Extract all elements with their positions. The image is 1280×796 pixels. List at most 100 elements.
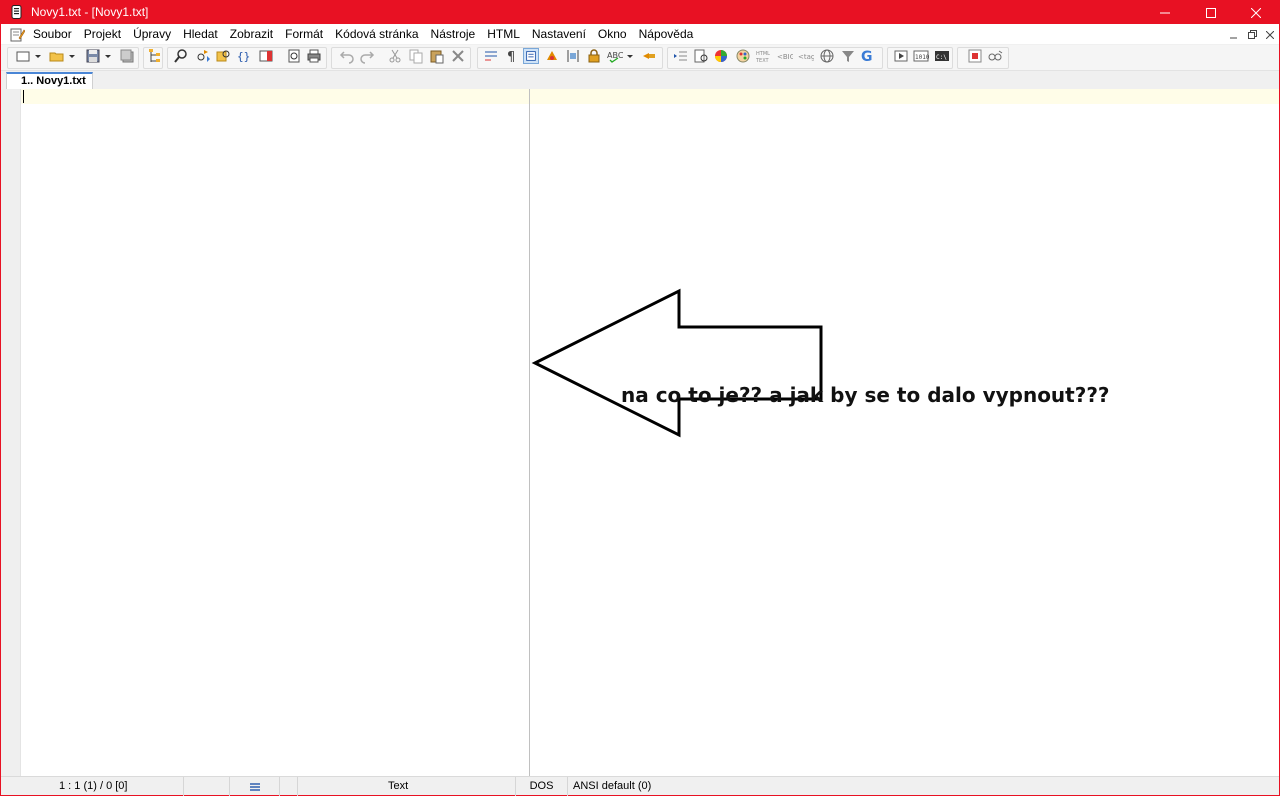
menu-zobrazit[interactable]: Zobrazit	[224, 24, 279, 45]
maximize-icon	[1206, 7, 1216, 18]
block-select-icon	[567, 50, 579, 62]
mdi-minimize-button[interactable]	[1227, 28, 1241, 41]
svg-text:{}: {}	[237, 50, 250, 63]
tag-icon: <tag	[798, 53, 814, 61]
svg-text:¶: ¶	[507, 50, 515, 64]
bookmark-button[interactable]	[258, 48, 274, 64]
maximize-button[interactable]	[1188, 1, 1234, 24]
menu-nastaveni[interactable]: Nastavení	[526, 24, 592, 45]
show-spaces-button[interactable]: ¶	[504, 48, 520, 64]
menu-soubor[interactable]: Soubor	[27, 24, 78, 45]
status-wrap-cell[interactable]	[230, 777, 280, 796]
restore-icon	[1247, 30, 1257, 39]
spell-check-dropdown[interactable]	[625, 48, 635, 64]
mdi-close-button[interactable]	[1263, 28, 1277, 41]
run-button[interactable]	[893, 48, 909, 64]
editor-area[interactable]: na co to je?? a jak by se to dalo vypnou…	[1, 89, 1279, 776]
binary-button[interactable]: 1010	[913, 48, 929, 64]
save-button[interactable]	[85, 48, 101, 64]
close-button[interactable]	[1233, 1, 1279, 24]
menu-napoveda[interactable]: Nápověda	[633, 24, 700, 45]
pin-icon	[643, 53, 655, 59]
save-icon	[86, 49, 100, 63]
word-wrap-icon	[249, 782, 260, 791]
bookmark-next-button[interactable]	[641, 48, 657, 64]
highlight-button[interactable]	[544, 48, 560, 64]
binary-icon: 1010	[913, 50, 929, 62]
tag-icon: <BIG	[777, 53, 793, 61]
svg-text:<BIG: <BIG	[777, 53, 793, 61]
current-line-highlight	[21, 89, 1279, 104]
color-palette-button[interactable]	[735, 48, 751, 64]
copy-button[interactable]	[408, 48, 424, 64]
brackets-icon: {}	[237, 50, 250, 63]
find-button[interactable]	[173, 48, 189, 64]
paste-button[interactable]	[429, 48, 445, 64]
indent-button[interactable]	[673, 48, 689, 64]
new-file-button[interactable]	[15, 48, 31, 64]
block-select-button[interactable]	[565, 48, 581, 64]
project-button[interactable]	[146, 48, 162, 64]
tag-button[interactable]: <tag	[798, 48, 814, 64]
stop-record-button[interactable]	[967, 48, 983, 64]
word-wrap-button[interactable]	[483, 48, 499, 64]
copy-icon	[409, 49, 423, 64]
menu-upravy[interactable]: Úpravy	[127, 24, 177, 45]
delete-button[interactable]	[450, 48, 466, 64]
spell-check-button[interactable]: ABC	[607, 48, 623, 64]
undo-button[interactable]	[339, 48, 355, 64]
match-bracket-button[interactable]: {}	[236, 48, 252, 64]
svg-text:G: G	[861, 49, 873, 64]
tab-novy1-txt[interactable]: 1.. Novy1.txt	[6, 72, 93, 89]
menu-nastroje[interactable]: Nástroje	[425, 24, 482, 45]
mdi-restore-button[interactable]	[1245, 28, 1259, 41]
minimize-button[interactable]	[1142, 1, 1188, 24]
google-search-button[interactable]: G	[860, 48, 876, 64]
menu-kodova-stranka[interactable]: Kódová stránka	[329, 24, 424, 45]
chevron-down-icon	[35, 55, 41, 58]
web-browser-button[interactable]	[819, 48, 835, 64]
svg-text:C:\: C:\	[936, 54, 947, 61]
status-line-ending[interactable]: DOS	[516, 777, 568, 796]
status-syntax[interactable]: Text	[298, 777, 516, 796]
menu-format[interactable]: Formát	[279, 24, 329, 45]
console-button[interactable]: C:\	[934, 48, 950, 64]
stop-record-icon	[968, 49, 982, 63]
read-only-button[interactable]	[586, 48, 602, 64]
print-preview-icon	[288, 49, 300, 63]
open-file-button[interactable]	[49, 48, 65, 64]
print-preview-button[interactable]	[286, 48, 302, 64]
menu-hledat[interactable]: Hledat	[177, 24, 224, 45]
status-cell-empty	[280, 777, 298, 796]
pspad-app-icon	[11, 5, 22, 19]
close-icon	[1251, 7, 1261, 18]
open-file-dropdown[interactable]	[67, 48, 77, 64]
menu-projekt[interactable]: Projekt	[78, 24, 127, 45]
status-bar: 1 : 1 (1) / 0 [0] Text DOS ANSI default …	[1, 776, 1279, 796]
delete-icon	[452, 50, 464, 62]
menu-html[interactable]: HTML	[481, 24, 526, 45]
save-all-button[interactable]	[119, 48, 135, 64]
bookmark-icon	[259, 50, 273, 62]
minimize-icon	[1230, 37, 1237, 38]
menu-okno[interactable]: Okno	[592, 24, 633, 45]
html-to-text-button[interactable]: HTML TEXT	[756, 48, 772, 64]
filter-button[interactable]	[840, 48, 856, 64]
save-dropdown[interactable]	[103, 48, 113, 64]
cut-button[interactable]	[387, 48, 403, 64]
remove-tags-button[interactable]: <BIG	[777, 48, 793, 64]
redo-button[interactable]	[359, 48, 375, 64]
run-macro-button[interactable]	[987, 48, 1003, 64]
pilcrow-icon: ¶	[507, 50, 515, 64]
new-file-dropdown[interactable]	[33, 48, 43, 64]
find-in-files-button[interactable]	[215, 48, 231, 64]
color-wheel-icon	[715, 50, 727, 62]
column-mode-button[interactable]	[523, 48, 539, 64]
replace-button[interactable]	[195, 48, 211, 64]
svg-text:HTML: HTML	[756, 51, 770, 57]
print-icon	[307, 49, 321, 63]
print-button[interactable]	[306, 48, 322, 64]
code-explorer-button[interactable]	[693, 48, 709, 64]
color-picker-button[interactable]	[713, 48, 729, 64]
status-encoding[interactable]: ANSI default (0)	[568, 777, 1279, 796]
